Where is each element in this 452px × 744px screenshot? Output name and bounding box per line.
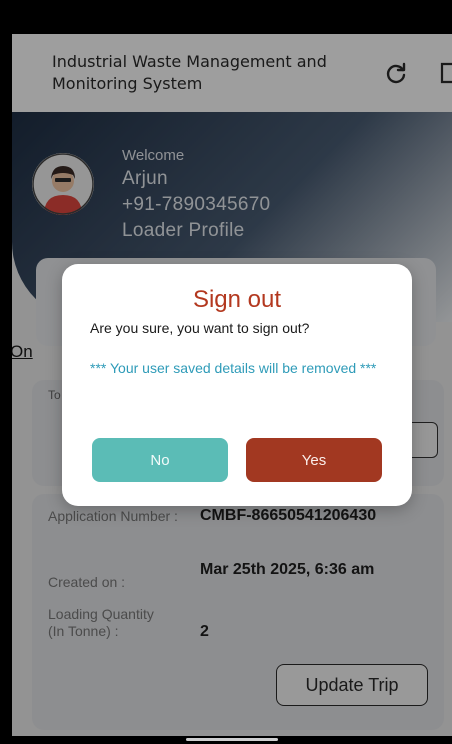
dialog-title: Sign out	[192, 286, 282, 313]
dialog-warning: *** Your user saved details will be remo…	[90, 360, 377, 376]
no-button[interactable]: No	[92, 438, 228, 482]
home-gesture-handle[interactable]	[186, 738, 278, 741]
sign-out-dialog: Sign out Are you sure, you want to sign …	[62, 264, 412, 506]
phone-edge	[0, 34, 12, 744]
yes-button[interactable]: Yes	[246, 438, 382, 482]
status-bar	[0, 0, 452, 34]
dialog-message: Are you sure, you want to sign out?	[90, 320, 310, 336]
